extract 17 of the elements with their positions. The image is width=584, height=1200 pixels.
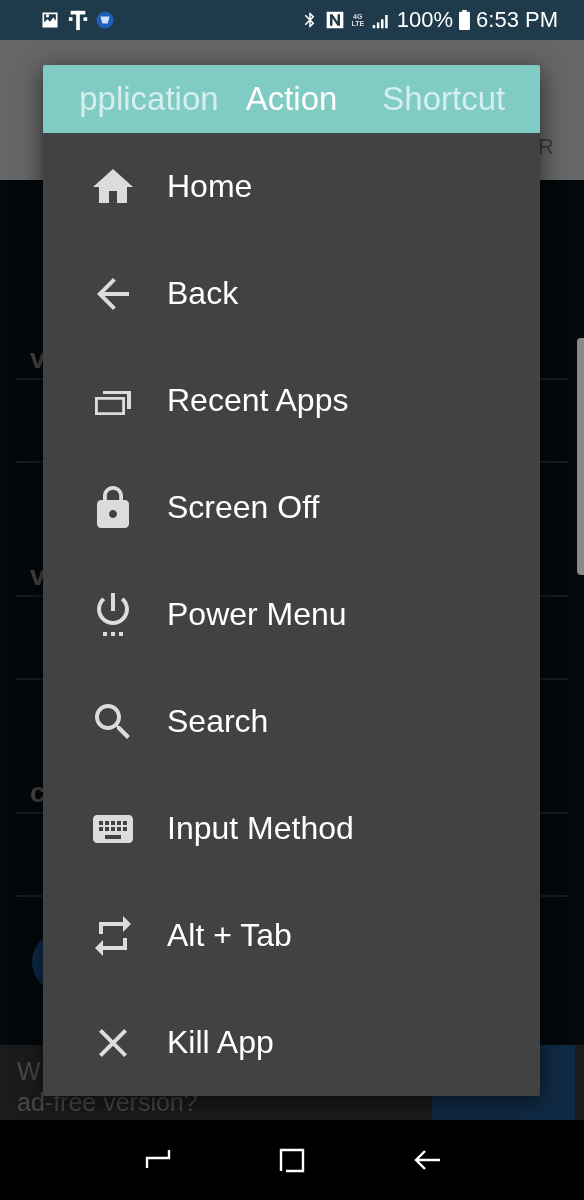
menu-item[interactable]: Back	[43, 240, 540, 347]
menu-item[interactable]: Power Menu	[43, 561, 540, 668]
menu-item[interactable]: Kill App	[43, 989, 540, 1096]
menu-item[interactable]: Input Method	[43, 775, 540, 882]
menu-item[interactable]: Recent Apps	[43, 347, 540, 454]
image-icon	[40, 10, 60, 30]
clock-time: 6:53 PM	[476, 7, 558, 33]
battery-percent: 100%	[396, 7, 454, 33]
home-button[interactable]	[278, 1146, 306, 1174]
nfc-icon	[324, 10, 345, 30]
menu-item[interactable]: Search	[43, 668, 540, 775]
menu-item[interactable]: Home	[43, 133, 540, 240]
menu-item[interactable]: Alt + Tab	[43, 882, 540, 989]
battery-icon	[459, 10, 471, 30]
letter-logo-icon	[68, 9, 88, 31]
menu-item[interactable]: Screen Off	[43, 454, 540, 561]
app-badge-icon	[96, 11, 114, 29]
